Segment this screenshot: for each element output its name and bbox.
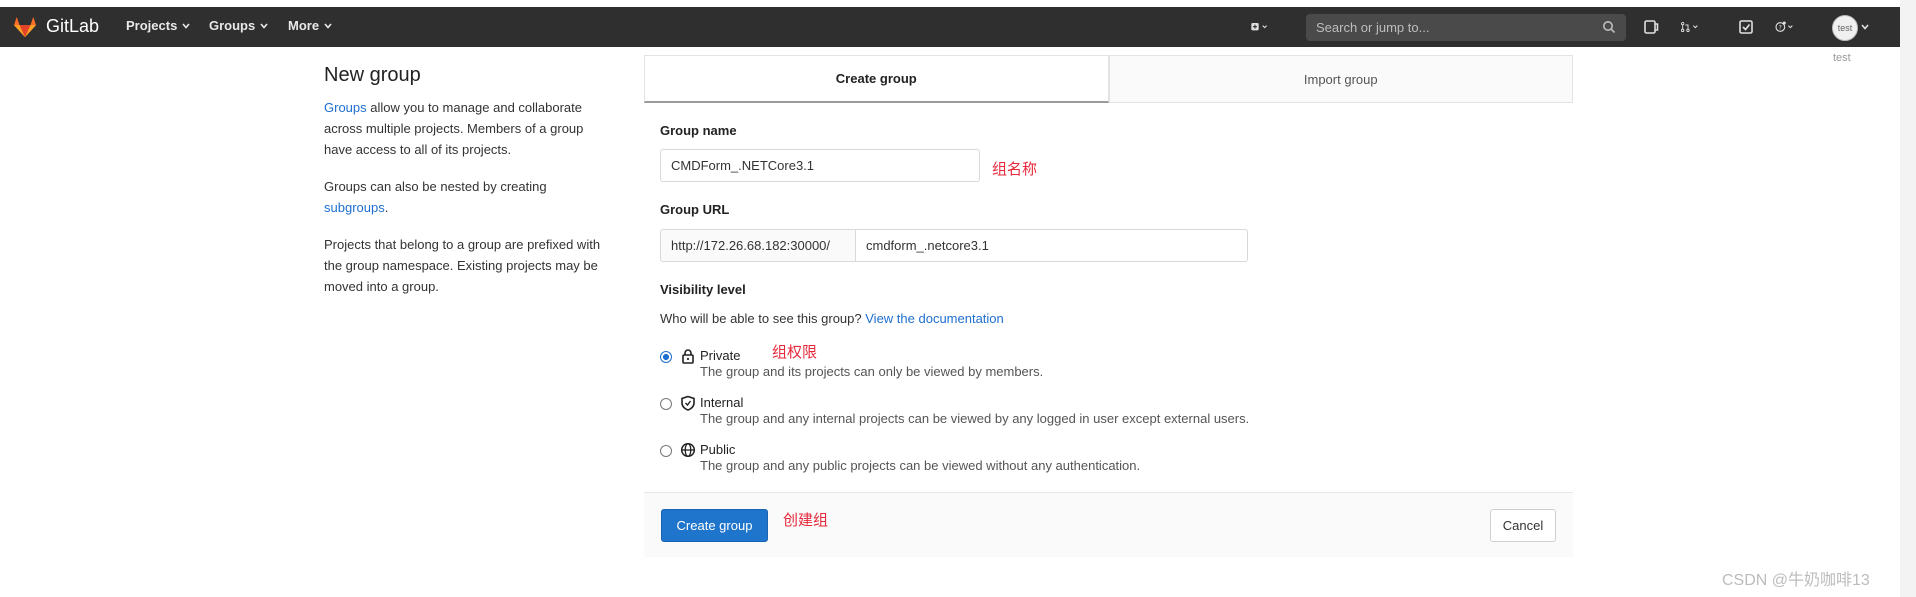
visibility-option-private[interactable]: Private [660,348,740,364]
internal-description: The group and any internal projects can … [700,411,1250,426]
groups-menu[interactable]: Groups [209,18,269,33]
tab-create-group[interactable]: Create group [644,55,1109,103]
projects-menu[interactable]: Projects [126,18,191,33]
brand-name[interactable]: GitLab [46,16,99,37]
chevron-down-icon [324,22,332,29]
groups-link[interactable]: Groups [324,100,367,115]
namespace-description: Projects that belong to a group are pref… [324,237,601,294]
visibility-option-public[interactable]: Public [660,442,735,458]
create-group-annotation: 创建组 [783,512,829,529]
subgroups-description: Groups can also be nested by creating su… [324,176,614,218]
group-name-annotation: 组名称 [992,161,1038,178]
private-description: The group and its projects can only be v… [700,364,1044,379]
visibility-option-internal[interactable]: Internal [660,395,743,411]
subgroups-period: . [384,200,389,215]
public-description: The group and any public projects can be… [700,458,1141,473]
group-name-label: Group name [660,123,737,138]
more-menu[interactable]: More [288,18,333,33]
internal-title: Internal [700,395,744,410]
subgroups-description-text: Groups can also be nested by creating [324,179,547,194]
csdn-watermark: CSDN @牛奶咖啡13 [1722,572,1870,589]
merge-request-icon [1681,22,1698,32]
visibility-level-label: Visibility level [660,282,746,297]
page-title: New group [324,64,421,86]
svg-text:?: ? [1779,24,1782,31]
visibility-annotation: 组权限 [772,344,818,361]
more-menu-label: More [288,18,320,33]
new-item-dropdown[interactable] [1250,17,1270,37]
group-url-label: Group URL [660,202,730,217]
chevron-down-icon[interactable] [1860,22,1870,32]
gitlab-logo[interactable] [12,16,38,38]
public-radio[interactable] [660,445,672,457]
shield-icon [681,395,695,411]
issues-icon [1644,20,1659,34]
globe-icon [680,442,696,458]
groups-menu-label: Groups [209,18,256,33]
public-title: Public [700,442,736,457]
projects-menu-label: Projects [126,18,178,33]
todos-button[interactable] [1736,17,1756,37]
user-avatar[interactable]: test [1832,15,1858,41]
documentation-link[interactable]: View the documentation [865,311,1004,326]
search-box[interactable] [1306,14,1626,41]
search-input[interactable] [1306,19,1598,36]
issues-button[interactable] [1641,17,1661,37]
private-radio[interactable] [660,351,672,363]
tab-import-group[interactable]: Import group [1108,55,1573,103]
group-name-input[interactable]: CMDForm_.NETCore3.1 [660,149,980,182]
merge-requests-button[interactable] [1680,17,1700,37]
group-path-input[interactable]: cmdform_.netcore3.1 [855,229,1248,262]
visibility-question: Who will be able to see this group? [660,311,862,326]
page-right-edge [1900,0,1916,597]
private-title: Private [700,348,741,363]
subgroups-link[interactable]: subgroups [324,200,385,215]
lock-icon [682,349,694,364]
help-icon: ? [1775,21,1793,32]
internal-radio[interactable] [660,398,672,410]
chevron-down-icon [260,22,268,29]
top-strip [0,0,1916,7]
visibility-help: Who will be able to see this group? View… [660,311,1004,326]
group-info-sidebar: New group Groups allow you to manage and… [324,64,614,297]
avatar-caption: test [1833,52,1851,64]
cancel-button[interactable]: Cancel [1490,509,1556,542]
groups-description: Groups allow you to manage and collabora… [324,97,614,160]
search-icon[interactable] [1602,20,1616,34]
chevron-down-icon [182,22,190,29]
avatar-alt-text: test [1837,23,1853,33]
todo-check-icon [1739,20,1753,34]
create-group-button[interactable]: Create group [661,509,768,542]
top-navbar: GitLab Projects Groups More Search or ju… [0,7,1900,47]
group-tabs: Create group Import group [644,55,1573,103]
group-url-prefix: http://172.26.68.182:30000/ [660,229,856,262]
plus-square-icon [1251,23,1268,31]
help-dropdown[interactable]: ? [1775,17,1795,37]
